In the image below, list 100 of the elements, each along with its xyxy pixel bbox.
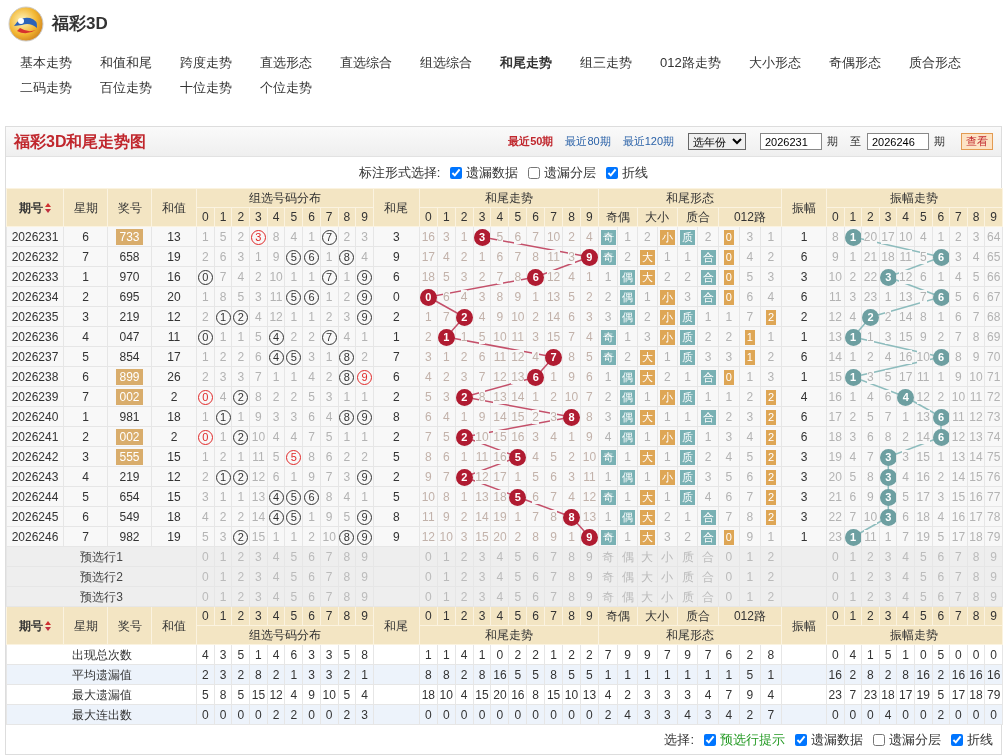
miss-count: 64 xyxy=(986,229,1001,244)
prize-number: 549 xyxy=(119,509,140,524)
range-link[interactable]: 最近80期 xyxy=(565,133,611,150)
sort-icon[interactable] xyxy=(45,620,51,631)
nav-link[interactable]: 012路走势 xyxy=(660,50,721,75)
checkbox-label: 折线 xyxy=(622,163,649,182)
miss-count: 4 xyxy=(604,429,612,444)
miss-count: 1 xyxy=(604,469,612,484)
range-link[interactable]: 最近120期 xyxy=(622,133,674,150)
form-badge: 0 xyxy=(723,249,734,265)
year-select[interactable]: 选年份 xyxy=(688,133,746,150)
miss-count: 4 xyxy=(237,269,245,284)
miss-count: 15 xyxy=(828,369,842,384)
miss-count: 77 xyxy=(986,489,1001,504)
miss-count: 13 xyxy=(828,329,842,344)
miss-count: 6 xyxy=(568,309,575,324)
miss-count: 8 xyxy=(219,289,227,304)
column-header: 奖号 xyxy=(107,188,152,227)
nav-link[interactable]: 质合形态 xyxy=(908,50,961,75)
miss-count: 7 xyxy=(884,409,892,424)
miss-count: 9 xyxy=(442,509,450,524)
miss-count: 1 xyxy=(460,409,468,424)
prize-number: 982 xyxy=(119,529,140,544)
prize-number: 695 xyxy=(119,289,140,304)
miss-count: 4 xyxy=(361,249,368,264)
miss-count: 1 xyxy=(767,229,775,244)
checkbox[interactable] xyxy=(704,733,716,746)
miss-count: 6 xyxy=(725,489,733,504)
nav-link[interactable]: 个位走势 xyxy=(260,75,312,100)
checkbox[interactable] xyxy=(873,733,885,746)
form-badge: 偶 xyxy=(620,309,636,325)
miss-count: 3 xyxy=(219,529,227,544)
miss-count: 8 xyxy=(272,229,280,244)
nav-link[interactable]: 组三走势 xyxy=(580,50,632,75)
miss-count: 12 xyxy=(582,489,597,504)
trend-ball: 3 xyxy=(474,228,490,246)
miss-count: 2 xyxy=(202,469,209,484)
miss-count: 7 xyxy=(955,329,962,344)
miss-count: 3 xyxy=(604,409,612,424)
form-badge: 大 xyxy=(639,489,655,505)
nav-link[interactable]: 百位走势 xyxy=(100,75,152,100)
form-badge: 质 xyxy=(680,229,696,245)
miss-count: 7 xyxy=(425,429,432,444)
nav-link[interactable]: 和值和尾 xyxy=(100,50,152,75)
nav-link[interactable]: 和尾走势 xyxy=(500,50,552,75)
nav-link[interactable]: 基本走势 xyxy=(20,50,72,75)
sort-icon[interactable] xyxy=(45,202,51,213)
checkbox[interactable] xyxy=(450,166,463,179)
checkbox-label: 遗漏分层 xyxy=(889,730,941,749)
miss-count: 15 xyxy=(475,529,489,544)
miss-count: 1 xyxy=(867,329,874,344)
nav-link[interactable]: 大小形态 xyxy=(748,50,801,75)
miss-count: 1 xyxy=(586,269,593,284)
miss-count: 7 xyxy=(496,269,504,284)
nav-link[interactable]: 十位走势 xyxy=(180,75,232,100)
checkbox[interactable] xyxy=(795,733,807,746)
nav-link[interactable]: 二码走势 xyxy=(20,75,72,100)
miss-count: 22 xyxy=(863,269,878,284)
nav-link[interactable]: 直选综合 xyxy=(340,50,392,75)
table-cell: 2026234 xyxy=(6,286,64,307)
miss-count: 1 xyxy=(624,329,631,344)
miss-count: 6 xyxy=(867,429,874,444)
view-button[interactable]: 查看 xyxy=(961,133,993,150)
miss-count: 12 xyxy=(898,269,913,284)
miss-count: 3 xyxy=(704,349,712,364)
nav-link[interactable]: 跨度走势 xyxy=(180,50,232,75)
miss-count: 1 xyxy=(532,389,540,404)
nav-link[interactable]: 直选形态 xyxy=(260,50,312,75)
miss-count: 6 xyxy=(902,509,909,524)
miss-count: 1 xyxy=(767,329,775,344)
miss-count: 2 xyxy=(568,449,575,464)
table-cell: 2026245 xyxy=(6,506,64,527)
miss-count: 6 xyxy=(425,409,432,424)
miss-count: 10 xyxy=(475,429,489,444)
miss-count: 3 xyxy=(746,229,754,244)
form-badge: 偶 xyxy=(620,389,636,405)
checkbox[interactable] xyxy=(606,166,619,179)
nav-link[interactable]: 奇偶形态 xyxy=(828,50,881,75)
form-badge: 大 xyxy=(639,409,655,425)
nav-link[interactable]: 组选综合 xyxy=(420,50,472,75)
prize-number: 658 xyxy=(119,249,140,264)
checkbox[interactable] xyxy=(951,733,963,746)
column-header[interactable]: 期号 xyxy=(19,618,43,633)
miss-count: 1 xyxy=(202,349,209,364)
checkbox[interactable] xyxy=(528,166,541,179)
range-link[interactable]: 最近50期 xyxy=(508,133,554,150)
miss-count: 5 xyxy=(308,389,315,404)
column-header[interactable]: 期号 xyxy=(19,200,43,215)
miss-count: 72 xyxy=(986,389,1001,404)
miss-count: 16 xyxy=(916,469,930,484)
miss-count: 17 xyxy=(969,509,983,524)
miss-count: 1 xyxy=(568,429,575,444)
miss-count: 2 xyxy=(704,449,712,464)
period-from-field[interactable]: 2026231 xyxy=(760,133,822,150)
miss-count: 4 xyxy=(746,429,754,444)
period-to-field[interactable]: 2026246 xyxy=(867,133,929,150)
miss-count: 10 xyxy=(916,349,930,364)
miss-count: 1 xyxy=(202,449,209,464)
miss-count: 11 xyxy=(899,249,912,264)
form-badge: 0 xyxy=(723,229,734,245)
